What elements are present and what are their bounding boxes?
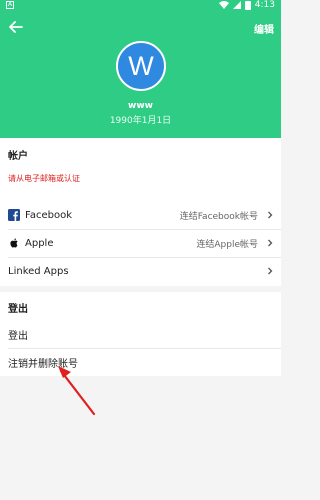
notification-icon: A xyxy=(6,1,14,9)
avatar[interactable]: W xyxy=(116,41,166,91)
chevron-right-icon xyxy=(268,239,273,247)
chevron-right-icon xyxy=(268,267,273,275)
facebook-label: Facebook xyxy=(25,209,72,221)
status-right: 4:13 xyxy=(218,0,275,10)
apple-icon xyxy=(10,238,18,248)
facebook-row[interactable]: Facebook 连结Facebook帐号 xyxy=(0,201,281,229)
birthday: 1990年1月1日 xyxy=(109,116,172,126)
status-bar: A 4:13 xyxy=(0,0,281,12)
facebook-icon xyxy=(8,209,20,221)
signal-icon xyxy=(232,1,241,9)
apple-value: 连结Apple帐号 xyxy=(196,239,258,250)
wifi-icon xyxy=(218,1,229,9)
username: www xyxy=(128,101,153,111)
delete-account-label: 注销并删除账号 xyxy=(8,358,78,370)
logout-row[interactable]: 登出 xyxy=(0,320,281,348)
status-time: 4:13 xyxy=(254,0,275,10)
logout-label: 登出 xyxy=(8,330,28,342)
apple-row[interactable]: Apple 连结Apple帐号 xyxy=(0,229,281,257)
linked-apps-row[interactable]: Linked Apps xyxy=(0,257,281,285)
account-title: 帐户 xyxy=(8,151,28,162)
profile-header: A 4:13 编辑 W www 1990年1月1日 xyxy=(0,0,281,138)
apple-label: Apple xyxy=(25,237,54,249)
edit-button[interactable]: 编辑 xyxy=(254,21,274,36)
account-section: 帐户 请从电子邮箱或认证 Facebook 连结Facebook帐号 Apple… xyxy=(0,138,281,286)
logout-title: 登出 xyxy=(8,304,28,315)
battery-icon xyxy=(244,0,251,10)
arrow-left-icon[interactable] xyxy=(9,20,23,34)
avatar-letter: W xyxy=(128,50,154,81)
delete-account-row[interactable]: 注销并删除账号 xyxy=(0,348,281,376)
facebook-value: 连结Facebook帐号 xyxy=(179,211,258,222)
logout-section: 登出 登出 注销并删除账号 xyxy=(0,292,281,376)
chevron-right-icon xyxy=(268,211,273,219)
account-notice: 请从电子邮箱或认证 xyxy=(8,174,80,183)
linked-apps-label: Linked Apps xyxy=(8,265,69,277)
